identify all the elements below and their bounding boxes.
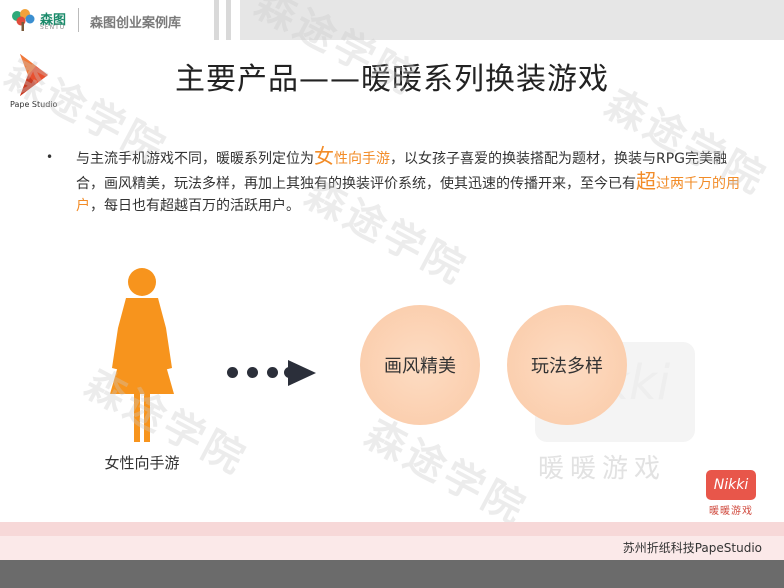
watermark: 森途学院: [357, 410, 535, 535]
nikki-logo: Nikki: [706, 470, 756, 500]
footer-band: [0, 522, 784, 536]
feature-circle-art: 画风精美: [360, 305, 480, 425]
bullet-marker: •: [46, 150, 54, 164]
header-stripe: [214, 0, 219, 40]
header-logo-sub: SENTU: [40, 24, 66, 31]
dot: [227, 367, 238, 378]
arrow-right-icon: [288, 360, 316, 386]
feature-label: 画风精美: [384, 356, 456, 377]
nikki-logo-text: Nikki: [713, 477, 749, 493]
header-stripe: [226, 0, 231, 40]
nikki-logo-sub: 暖暖游戏: [709, 506, 753, 517]
header-title: 森图创业案例库: [90, 16, 182, 31]
feature-circle-gameplay: 玩法多样: [507, 305, 627, 425]
dot: [267, 367, 278, 378]
nikki-watermark-game: 暖暖游戏: [538, 454, 667, 484]
para-highlight: 性向手游: [334, 151, 390, 167]
tree-logo-icon: [12, 9, 35, 31]
dot: [247, 367, 258, 378]
header-separator: [78, 8, 79, 32]
feature-label: 玩法多样: [531, 356, 603, 377]
para-text: ，每日也有超越百万的活跃用户。: [90, 198, 300, 214]
para-highlight-big: 超: [636, 169, 656, 193]
footer-text: 苏州折纸科技PapeStudio: [622, 541, 762, 555]
footer-dark-band: [0, 560, 784, 588]
slide-paragraph: 与主流手机游戏不同，暖暖系列定位为女性向手游，以女孩子喜爱的换装搭配为题材，换装…: [76, 145, 746, 217]
